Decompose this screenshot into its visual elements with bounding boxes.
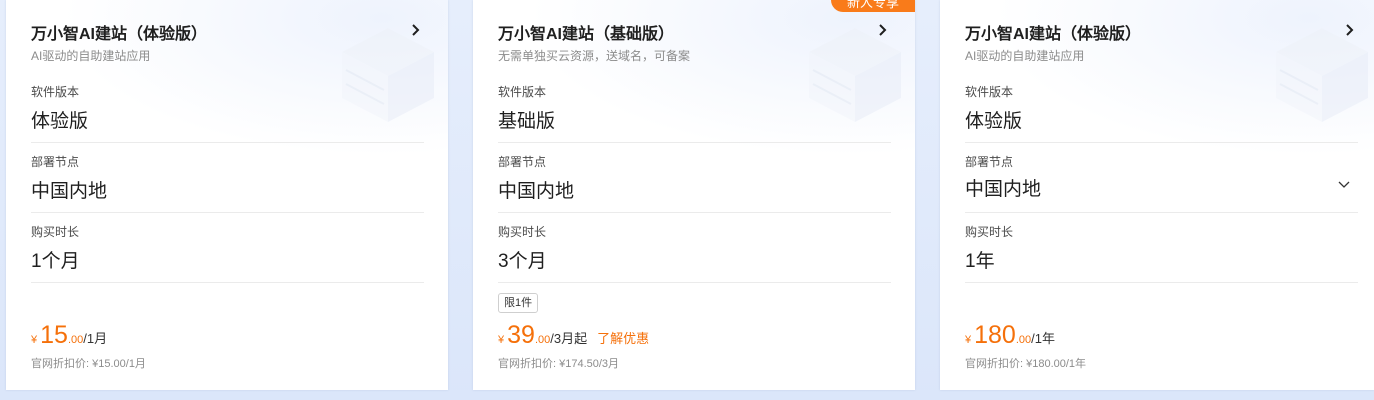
price-currency: ¥: [498, 334, 505, 346]
price-currency: ¥: [31, 334, 38, 346]
price: ¥ 15 .00 /1月: [31, 322, 107, 352]
price-currency: ¥: [965, 334, 972, 346]
chevron-down-icon[interactable]: [1337, 178, 1351, 192]
price: ¥ 39 .00 /3月起 了解优惠: [498, 322, 649, 352]
divider: [498, 142, 891, 143]
promo-link[interactable]: 了解优惠: [597, 328, 649, 347]
duration-value[interactable]: 3个月: [498, 246, 547, 273]
version-label: 软件版本: [965, 85, 1014, 99]
cube-decoration-icon: [809, 28, 901, 122]
price-decimal: .00: [534, 334, 551, 346]
price-decimal: .00: [1015, 334, 1032, 346]
version-value[interactable]: 体验版: [31, 106, 88, 133]
chevron-right-icon[interactable]: [409, 20, 423, 40]
node-value[interactable]: 中国内地: [31, 176, 107, 203]
limit-badge: 限1件: [498, 293, 539, 313]
version-label: 软件版本: [498, 85, 547, 99]
divider: [965, 142, 1358, 143]
price: ¥ 180 .00 /1年: [965, 322, 1055, 352]
node-value[interactable]: 中国内地: [498, 176, 574, 203]
divider: [31, 142, 424, 143]
product-card-basic-quarterly[interactable]: 万小智AI建站（基础版） 无需单独买云资源，送域名，可备案 软件版本 基础版 部…: [473, 0, 915, 390]
duration-value[interactable]: 1年: [965, 246, 995, 273]
cube-decoration-icon: [342, 28, 434, 122]
price-integer: 39: [507, 321, 535, 349]
divider: [965, 282, 1358, 283]
card-subtitle: AI驱动的自助建站应用: [965, 49, 1085, 63]
divider: [498, 282, 891, 283]
duration-label: 购买时长: [498, 225, 547, 239]
card-subtitle: 无需单独买云资源，送域名，可备案: [498, 49, 691, 63]
version-value[interactable]: 体验版: [965, 106, 1022, 133]
card-subtitle: AI驱动的自助建站应用: [31, 49, 151, 63]
chevron-right-icon[interactable]: [876, 20, 890, 40]
product-card-list: 万小智AI建站（体验版） AI驱动的自助建站应用 软件版本 体验版 部署节点 中…: [0, 0, 1374, 400]
divider: [31, 282, 424, 283]
original-price: 官网折扣价: ¥174.50/3月: [498, 358, 620, 370]
card-title: 万小智AI建站（体验版）: [965, 26, 1142, 43]
divider: [498, 212, 891, 213]
node-label: 部署节点: [498, 155, 547, 169]
new-user-ribbon: 新人专享: [831, 0, 915, 12]
price-decimal: .00: [67, 334, 84, 346]
duration-label: 购买时长: [965, 225, 1014, 239]
product-card-trial-monthly[interactable]: 万小智AI建站（体验版） AI驱动的自助建站应用 软件版本 体验版 部署节点 中…: [6, 0, 448, 390]
card-title: 万小智AI建站（基础版）: [498, 26, 675, 43]
divider: [31, 212, 424, 213]
version-label: 软件版本: [31, 85, 80, 99]
chevron-right-icon[interactable]: [1343, 20, 1357, 40]
node-select[interactable]: 中国内地: [965, 174, 1041, 201]
cube-decoration-icon: [1276, 28, 1368, 122]
duration-value[interactable]: 1个月: [31, 246, 80, 273]
price-integer: 15: [40, 321, 68, 349]
node-label: 部署节点: [965, 155, 1014, 169]
version-value[interactable]: 基础版: [498, 106, 555, 133]
original-price: 官网折扣价: ¥15.00/1月: [31, 358, 146, 370]
price-unit: /3月起: [550, 331, 588, 346]
original-price: 官网折扣价: ¥180.00/1年: [965, 358, 1087, 370]
node-label: 部署节点: [31, 155, 80, 169]
price-unit: /1年: [1031, 331, 1055, 346]
product-card-trial-yearly[interactable]: 万小智AI建站（体验版） AI驱动的自助建站应用 软件版本 体验版 部署节点 中…: [940, 0, 1374, 390]
duration-label: 购买时长: [31, 225, 80, 239]
divider: [965, 212, 1358, 213]
price-integer: 180: [974, 321, 1016, 349]
card-title: 万小智AI建站（体验版）: [31, 26, 208, 43]
price-unit: /1月: [83, 331, 108, 346]
